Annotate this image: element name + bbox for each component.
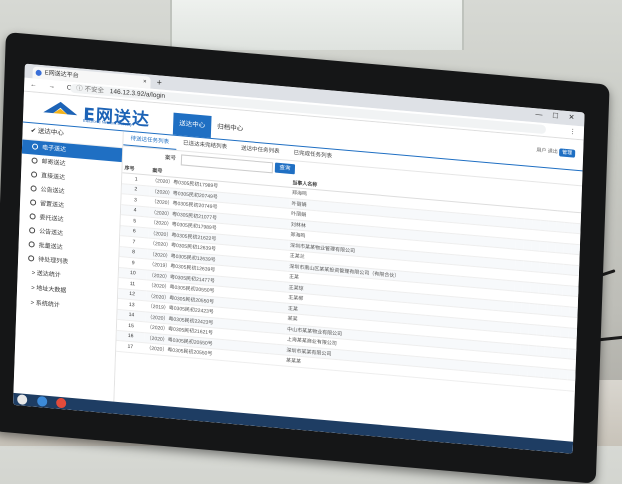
circle-icon bbox=[29, 213, 36, 221]
search-button[interactable]: 查询 bbox=[274, 162, 296, 175]
user-badge: 管理 bbox=[558, 148, 576, 158]
circle-icon bbox=[29, 199, 37, 207]
cell-unreadable bbox=[570, 264, 580, 276]
case-number-label: 案号 bbox=[164, 154, 177, 162]
brand-title: E网送达 bbox=[82, 104, 151, 131]
cell-unreadable bbox=[569, 295, 579, 308]
tab-title: E网送达平台 bbox=[44, 70, 79, 80]
cell-unreadable bbox=[567, 348, 577, 360]
sidebar: ✔ 送达中心 电子送达 邮寄送达 直接送达 公告送达 留置送达 委托送达 公告送达 批量送达待… bbox=[13, 122, 124, 414]
circle-icon bbox=[29, 227, 36, 235]
main-content: 待送达任务列表 已送达未完结列表 送达中任务列表 已完成任务列表 案号 查询 序… bbox=[113, 131, 583, 454]
circle-icon bbox=[30, 171, 38, 179]
cell-unreadable bbox=[570, 285, 579, 297]
cell-unreadable bbox=[566, 379, 576, 391]
user-info[interactable]: 用户 退出 管理 bbox=[536, 146, 576, 158]
cell-unreadable bbox=[568, 327, 578, 339]
cell-unreadable bbox=[572, 212, 582, 224]
security-label: ⓘ 不安全 bbox=[76, 85, 105, 95]
circle-icon bbox=[28, 241, 35, 249]
circle-icon bbox=[31, 143, 39, 151]
cell-unreadable bbox=[571, 243, 580, 255]
background-window bbox=[170, 0, 464, 50]
column-header[interactable] bbox=[573, 201, 582, 213]
url-text: 146.12.3.92/a/login bbox=[109, 88, 166, 100]
top-nav-archive[interactable]: 归档中心 bbox=[211, 116, 250, 141]
menu-icon[interactable]: ⋮ bbox=[569, 125, 576, 139]
circle-icon bbox=[31, 157, 38, 165]
sidebar-item-label: 待处理列表 bbox=[38, 256, 69, 266]
sidebar-item-label: 公告送达 bbox=[40, 187, 65, 196]
cell-unreadable bbox=[572, 222, 581, 234]
screen: E网送达平台 × + — ☐ ✕ ← → C ⓘ 不安全 146.12.3.92… bbox=[13, 63, 585, 454]
circle-icon bbox=[28, 255, 35, 263]
cell-unreadable bbox=[570, 274, 579, 287]
sidebar-item-label: 公告送达 bbox=[38, 229, 64, 238]
sidebar-item-label: 留置送达 bbox=[39, 201, 65, 210]
sidebar-item-label: 批量送达 bbox=[38, 242, 63, 252]
cell-unreadable bbox=[567, 369, 576, 381]
ie-icon[interactable] bbox=[36, 395, 48, 407]
sidebar-item-label: 直接送达 bbox=[40, 173, 66, 182]
start-icon[interactable] bbox=[17, 394, 28, 406]
cell-unreadable bbox=[569, 306, 578, 318]
cell-unreadable bbox=[571, 253, 580, 266]
favicon-icon bbox=[35, 69, 42, 77]
task-table: 序号 案号 当事人名称 1 （2020）粤0305民初17989号 郑海鸣 2 （2020）… bbox=[116, 162, 582, 391]
sidebar-item-label: 委托送达 bbox=[39, 215, 64, 224]
new-tab-button[interactable]: + bbox=[156, 75, 162, 89]
cell-unreadable bbox=[569, 316, 578, 329]
cell-unreadable bbox=[568, 337, 577, 349]
monitor: E网送达平台 × + — ☐ ✕ ← → C ⓘ 不安全 146.12.3.92… bbox=[0, 32, 610, 484]
chrome-icon[interactable] bbox=[56, 397, 67, 409]
top-nav-delivery[interactable]: 送达中心 bbox=[172, 112, 212, 138]
user-text: 用户 退出 bbox=[536, 147, 558, 156]
circle-icon bbox=[30, 185, 37, 193]
sidebar-item-label: 邮寄送达 bbox=[41, 159, 66, 168]
logo-icon bbox=[43, 101, 78, 116]
sidebar-item-label: 电子送达 bbox=[41, 145, 67, 154]
close-icon[interactable]: × bbox=[143, 76, 147, 88]
cell-unreadable bbox=[567, 358, 576, 370]
cell-unreadable bbox=[571, 233, 581, 245]
cell-no: 17 bbox=[116, 340, 145, 354]
